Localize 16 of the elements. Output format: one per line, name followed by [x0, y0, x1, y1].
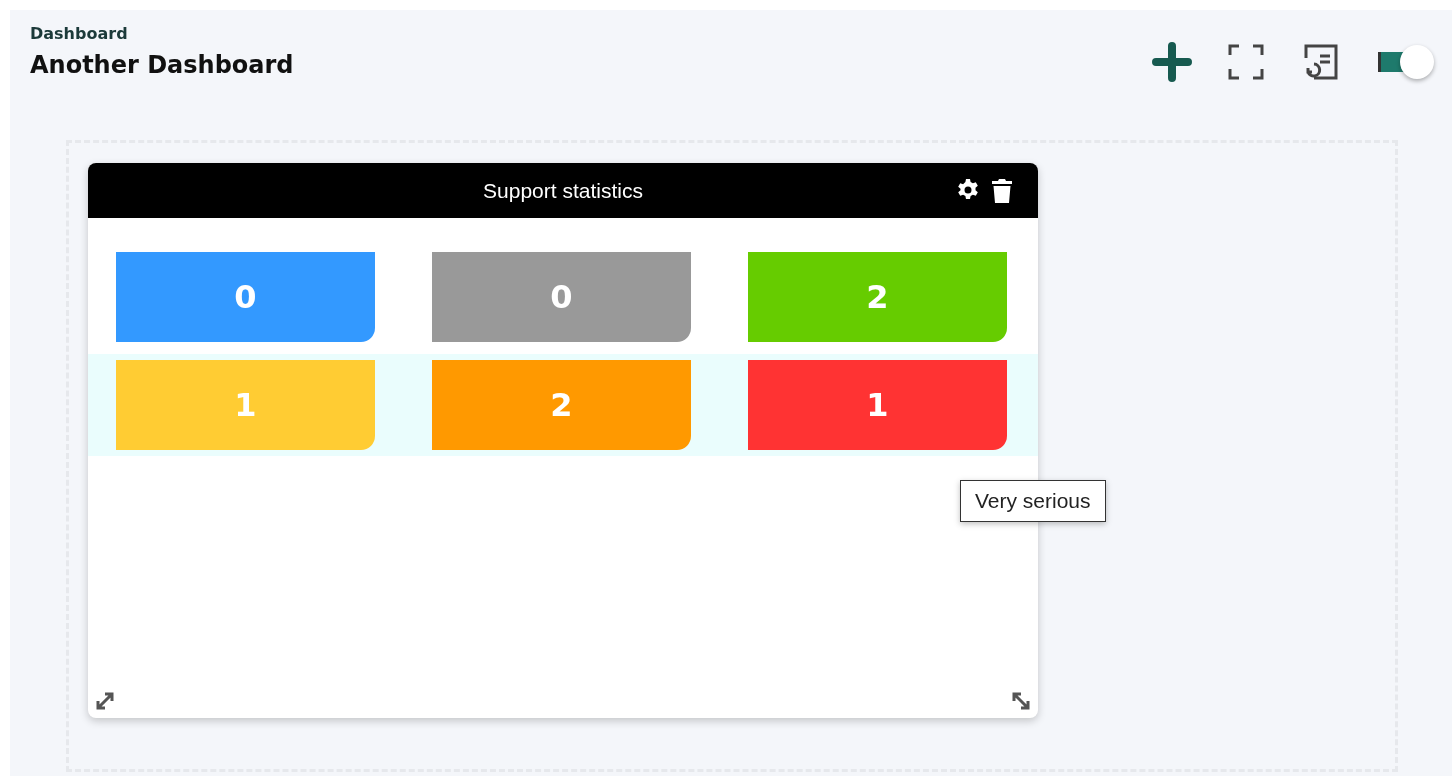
stat-tile[interactable]: 2: [748, 252, 1007, 342]
add-icon[interactable]: [1152, 42, 1192, 82]
widget-title: Support statistics: [483, 178, 643, 203]
stat-tile[interactable]: 2: [432, 360, 691, 450]
stat-tile[interactable]: 1: [748, 360, 1007, 450]
fullscreen-icon[interactable]: [1226, 42, 1266, 82]
tooltip: Very serious: [960, 480, 1106, 522]
trash-icon[interactable]: [990, 178, 1014, 204]
page-title: Another Dashboard: [30, 51, 294, 79]
breadcrumb[interactable]: Dashboard: [30, 24, 294, 43]
stat-tile[interactable]: 1: [116, 360, 375, 450]
stat-tile[interactable]: 0: [116, 252, 375, 342]
stat-tile[interactable]: 0: [432, 252, 691, 342]
resize-icon[interactable]: [1010, 690, 1032, 712]
settings-icon[interactable]: [956, 178, 980, 202]
resize-icon[interactable]: [94, 690, 116, 712]
